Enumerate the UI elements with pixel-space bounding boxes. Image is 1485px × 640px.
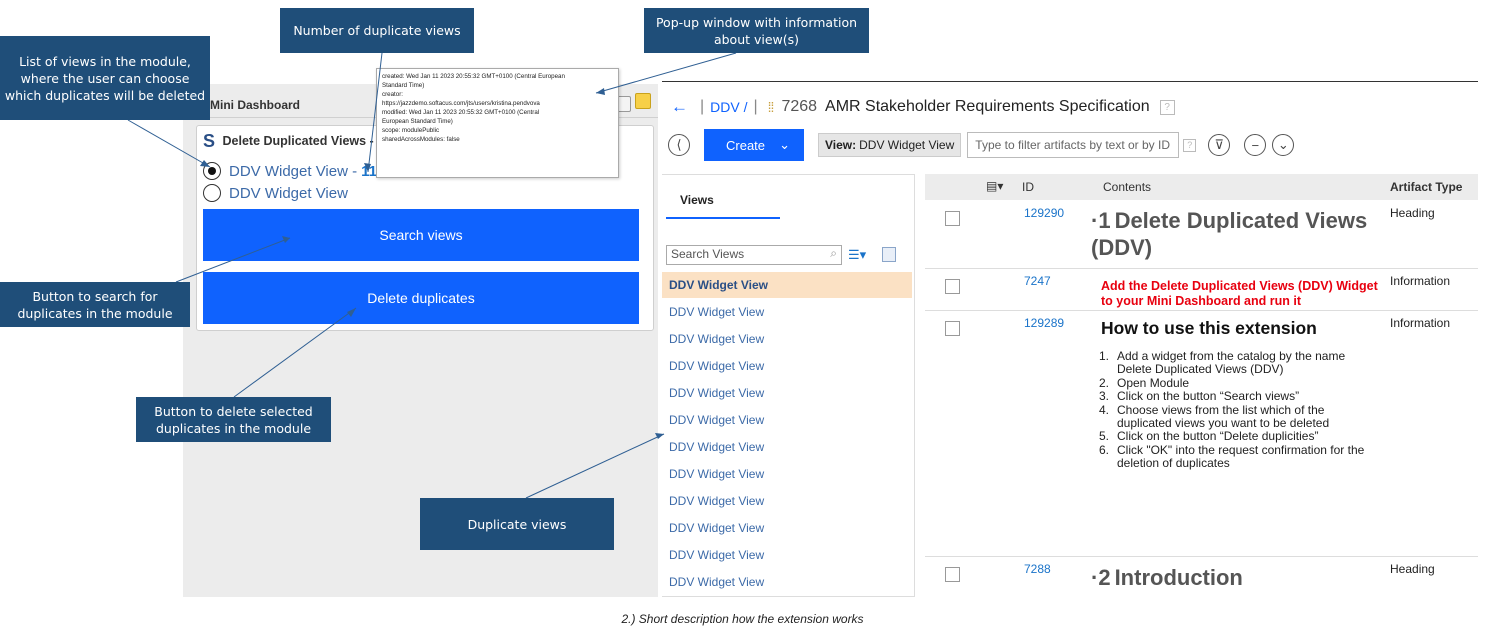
- callout-duplicate-views: Duplicate views: [420, 498, 614, 550]
- callout-list-views: List of views in the module, where the u…: [0, 36, 210, 120]
- connector-line: [525, 433, 665, 499]
- callout-popup-info: Pop-up window with information about vie…: [644, 8, 869, 53]
- arrowhead: [282, 236, 290, 243]
- figure-caption: 2.) Short description how the extension …: [621, 612, 864, 626]
- arrowhead: [596, 88, 605, 95]
- arrowhead: [200, 160, 210, 167]
- connector-line: [233, 307, 357, 398]
- callout-delete-button: Button to delete selected duplicates in …: [136, 397, 331, 442]
- callout-connectors: [127, 52, 737, 499]
- connector-line: [175, 237, 291, 283]
- callout-number-duplicates: Number of duplicate views: [280, 8, 474, 53]
- arrowhead: [364, 163, 371, 172]
- connector-line: [367, 52, 383, 173]
- callout-search-button: Button to search for duplicates in the m…: [0, 282, 190, 327]
- arrowhead: [347, 308, 356, 317]
- connector-line: [127, 119, 211, 168]
- connector-line: [595, 52, 737, 94]
- arrowhead: [655, 433, 664, 439]
